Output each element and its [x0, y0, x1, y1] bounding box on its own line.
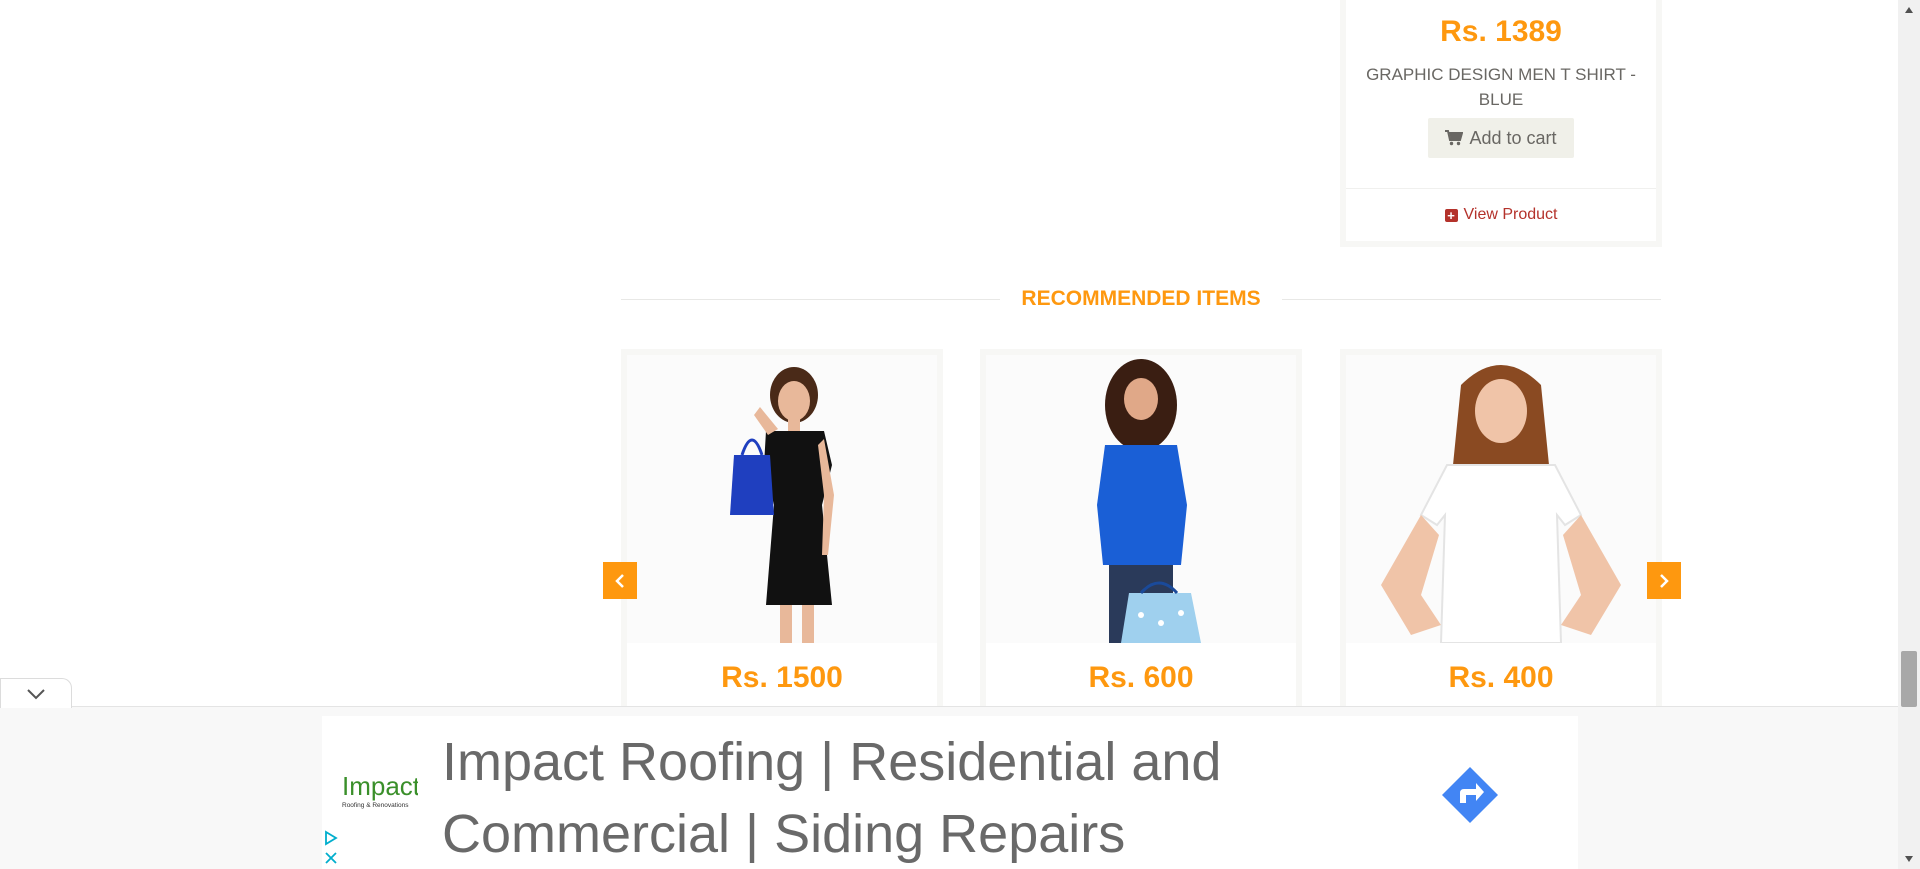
ad-headline[interactable]: Impact Roofing | Residential and Commerc…	[442, 726, 1302, 869]
recommended-item[interactable]: Rs. 400	[1340, 349, 1662, 721]
woman-blue-top-image	[1041, 355, 1241, 643]
recommended-price: Rs. 600	[1088, 661, 1194, 694]
close-icon	[325, 852, 337, 864]
carousel-prev-button[interactable]	[603, 562, 637, 599]
adchoices-icon	[325, 830, 338, 846]
product-title: GRAPHIC DESIGN MEN T SHIRT - BLUE	[1366, 65, 1636, 109]
woman-black-dress-image	[682, 355, 882, 643]
scroll-thumb[interactable]	[1901, 651, 1917, 707]
product-image[interactable]	[627, 355, 937, 643]
product-image[interactable]	[986, 355, 1296, 643]
impact-roofing-logo: Impact Roofing & Renovations	[342, 771, 421, 809]
chevron-down-icon	[27, 688, 45, 699]
recommended-price: Rs. 1500	[721, 661, 843, 694]
ad-directions-button[interactable]	[1440, 765, 1500, 825]
recommended-item[interactable]: Rs. 600	[980, 349, 1302, 721]
scroll-down-arrow[interactable]	[1898, 849, 1920, 869]
ad-collapse-button[interactable]	[0, 678, 72, 708]
view-product-link[interactable]: + View Product	[1346, 206, 1656, 224]
section-title: RECOMMENDED ITEMS	[1000, 284, 1282, 314]
add-to-cart-button[interactable]: Add to cart	[1428, 118, 1574, 158]
shopping-cart-icon	[1445, 130, 1464, 146]
view-product-label: View Product	[1463, 206, 1558, 223]
triangle-down-icon	[1905, 856, 1913, 862]
ad-choices[interactable]	[322, 829, 340, 869]
svg-text:Impact: Impact	[342, 771, 418, 801]
triangle-up-icon	[1905, 7, 1913, 13]
scroll-up-arrow[interactable]	[1898, 0, 1920, 20]
plus-square-icon: +	[1444, 208, 1458, 222]
product-card-graphic-tshirt: Rs. 1389 GRAPHIC DESIGN MEN T SHIRT - BL…	[1340, 0, 1662, 247]
product-price: Rs. 1389	[1440, 15, 1562, 48]
product-image[interactable]	[1346, 355, 1656, 643]
svg-text:Roofing & Renovations: Roofing & Renovations	[342, 802, 409, 809]
directions-arrow-icon	[1442, 767, 1498, 823]
chevron-left-icon	[615, 573, 624, 588]
page: Rs. 1389 GRAPHIC DESIGN MEN T SHIRT - BL…	[0, 0, 1920, 869]
carousel-next-button[interactable]	[1647, 562, 1681, 599]
ad-content[interactable]: Impact Roofing & Renovations Impact Roof…	[322, 716, 1578, 869]
girl-white-tshirt-image	[1351, 355, 1651, 643]
card-divider	[1346, 188, 1656, 189]
chevron-right-icon	[1660, 573, 1669, 588]
recommended-price: Rs. 400	[1448, 661, 1554, 694]
ad-logo[interactable]: Impact Roofing & Renovations	[342, 771, 421, 811]
add-to-cart-label: Add to cart	[1469, 127, 1557, 148]
recommended-item[interactable]: Rs. 1500	[621, 349, 943, 721]
page-scrollbar[interactable]	[1898, 0, 1920, 869]
